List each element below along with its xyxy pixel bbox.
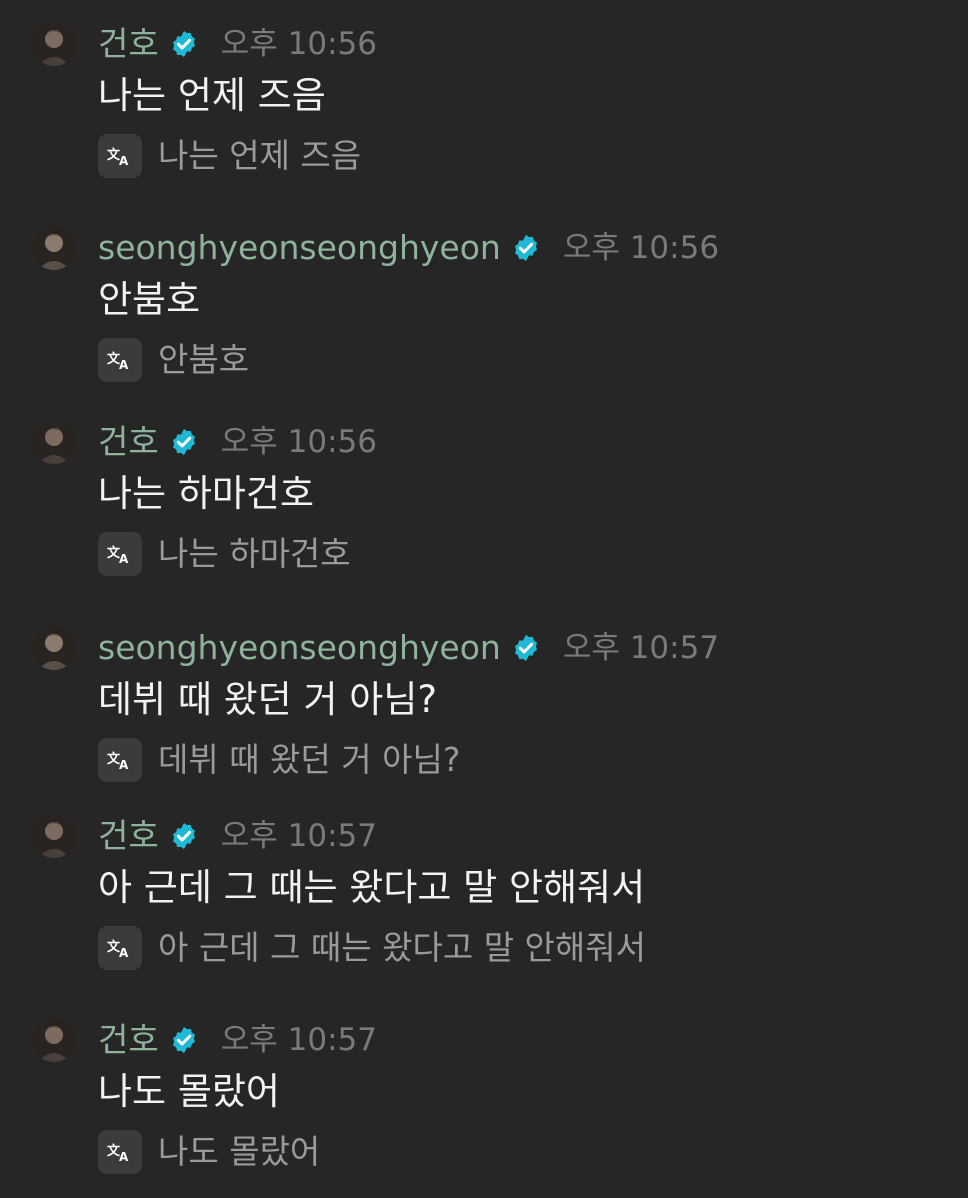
translation-row[interactable]: 文A 안붐호 bbox=[98, 338, 249, 382]
svg-text:A: A bbox=[119, 946, 129, 960]
message-header: seonghyeonseonghyeon 오후 10:57 bbox=[98, 628, 719, 668]
sender-name[interactable]: 건호 bbox=[98, 422, 159, 462]
message-header: 건호 오후 10:56 bbox=[98, 24, 377, 64]
message-text: 나는 하마건호 bbox=[98, 472, 315, 515]
sender-name[interactable]: seonghyeonseonghyeon bbox=[98, 628, 501, 668]
message-timestamp: 오후 10:57 bbox=[220, 1022, 377, 1058]
translate-icon[interactable]: 文A bbox=[98, 926, 142, 970]
user-avatar[interactable] bbox=[32, 22, 76, 66]
verified-badge-icon bbox=[172, 822, 195, 850]
sender-name[interactable]: 건호 bbox=[98, 1020, 159, 1060]
sender-name[interactable]: 건호 bbox=[98, 816, 159, 856]
translation-row[interactable]: 文A 나도 몰랐어 bbox=[98, 1130, 320, 1174]
translate-icon[interactable]: 文A bbox=[98, 1130, 142, 1174]
translated-text: 나도 몰랐어 bbox=[158, 1132, 321, 1171]
translate-icon[interactable]: 文A bbox=[98, 134, 142, 178]
svg-text:A: A bbox=[119, 154, 129, 168]
translated-text: 나는 하마건호 bbox=[158, 534, 351, 573]
verified-badge-icon bbox=[514, 234, 537, 262]
svg-text:A: A bbox=[119, 552, 129, 566]
translation-row[interactable]: 文A 데뷔 때 왔던 거 아님? bbox=[98, 738, 460, 782]
chat-thread: 건호 오후 10:56 나는 언제 즈음 文A 나는 언제 즈음 seonghy… bbox=[0, 0, 968, 1198]
user-avatar[interactable] bbox=[32, 1018, 76, 1062]
translated-text: 안붐호 bbox=[158, 340, 250, 379]
message-text: 안붐호 bbox=[98, 278, 201, 321]
message-header: seonghyeonseonghyeon 오후 10:56 bbox=[98, 228, 719, 268]
translation-row[interactable]: 文A 나는 언제 즈음 bbox=[98, 134, 361, 178]
svg-text:A: A bbox=[119, 1150, 129, 1164]
message-text: 나도 몰랐어 bbox=[98, 1070, 280, 1113]
translation-row[interactable]: 文A 아 근데 그 때는 왔다고 말 안해줘서 bbox=[98, 926, 646, 970]
message-timestamp: 오후 10:56 bbox=[220, 424, 377, 460]
message-text: 나는 언제 즈음 bbox=[98, 74, 326, 117]
verified-badge-icon bbox=[514, 634, 537, 662]
message-timestamp: 오후 10:56 bbox=[220, 26, 377, 62]
user-avatar[interactable] bbox=[32, 814, 76, 858]
message-header: 건호 오후 10:57 bbox=[98, 816, 377, 856]
translated-text: 아 근데 그 때는 왔다고 말 안해줘서 bbox=[158, 928, 646, 967]
message-timestamp: 오후 10:57 bbox=[562, 630, 720, 666]
translated-text: 데뷔 때 왔던 거 아님? bbox=[158, 740, 461, 779]
message-text: 아 근데 그 때는 왔다고 말 안해줘서 bbox=[98, 866, 646, 909]
translate-icon[interactable]: 文A bbox=[98, 532, 142, 576]
svg-text:A: A bbox=[119, 358, 129, 372]
message-text: 데뷔 때 왔던 거 아님? bbox=[98, 678, 438, 721]
verified-badge-icon bbox=[172, 428, 195, 456]
user-avatar[interactable] bbox=[32, 626, 76, 670]
verified-badge-icon bbox=[172, 30, 195, 58]
message-timestamp: 오후 10:56 bbox=[562, 230, 720, 266]
sender-name[interactable]: seonghyeonseonghyeon bbox=[98, 228, 501, 268]
svg-text:A: A bbox=[119, 758, 129, 772]
message-header: 건호 오후 10:56 bbox=[98, 422, 377, 462]
verified-badge-icon bbox=[172, 1026, 195, 1054]
translated-text: 나는 언제 즈음 bbox=[158, 136, 362, 175]
translate-icon[interactable]: 文A bbox=[98, 338, 142, 382]
sender-name[interactable]: 건호 bbox=[98, 24, 159, 64]
user-avatar[interactable] bbox=[32, 226, 76, 270]
translate-icon[interactable]: 文A bbox=[98, 738, 142, 782]
user-avatar[interactable] bbox=[32, 420, 76, 464]
translation-row[interactable]: 文A 나는 하마건호 bbox=[98, 532, 351, 576]
message-timestamp: 오후 10:57 bbox=[220, 818, 377, 854]
message-header: 건호 오후 10:57 bbox=[98, 1020, 377, 1060]
